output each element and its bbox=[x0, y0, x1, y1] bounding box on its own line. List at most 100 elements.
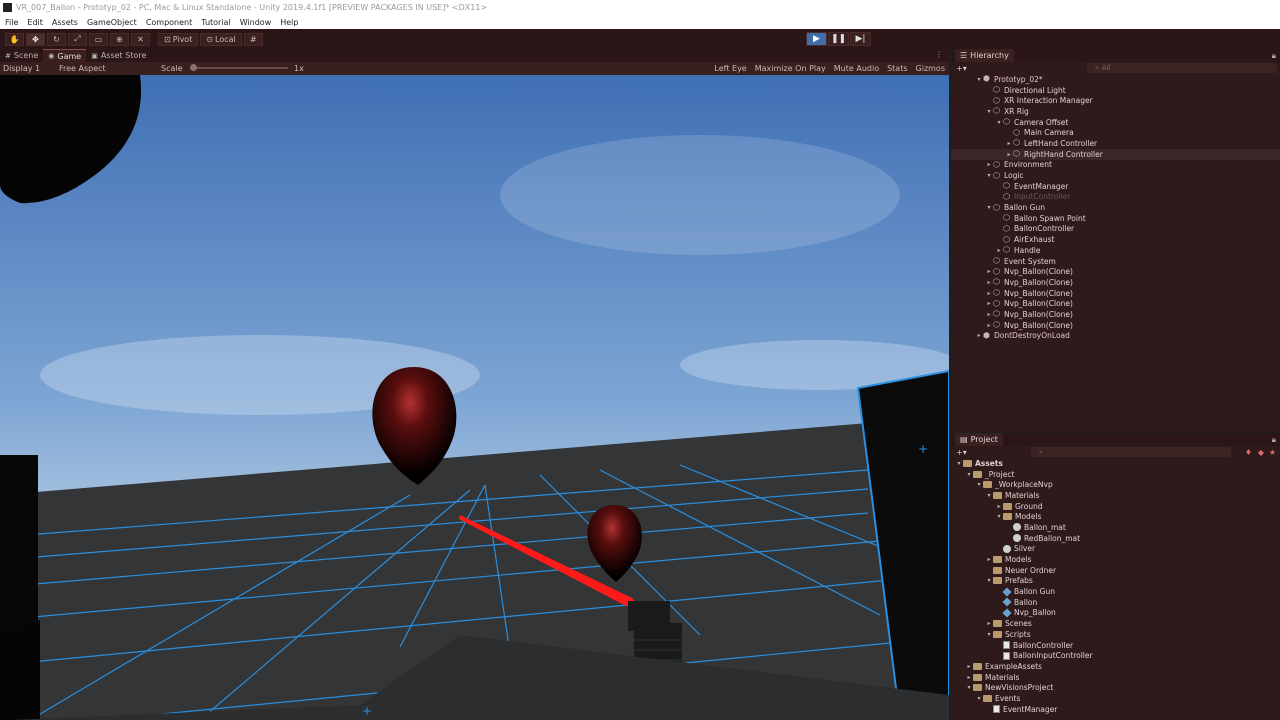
project-item[interactable]: Ballon Gun bbox=[951, 586, 1280, 597]
foldout-arrow-icon[interactable]: ▾ bbox=[975, 481, 983, 488]
project-item[interactable]: Silver bbox=[951, 544, 1280, 555]
hierarchy-search-input[interactable]: ⌕ All bbox=[1087, 63, 1277, 73]
pause-button[interactable]: ❚❚ bbox=[828, 32, 849, 46]
foldout-arrow-icon[interactable]: ▸ bbox=[965, 674, 973, 681]
hierarchy-item[interactable]: ▾ ⬡ Ballon Gun bbox=[951, 202, 1280, 213]
hierarchy-item[interactable]: ⬡ EventManager bbox=[951, 181, 1280, 192]
foldout-arrow-icon[interactable]: ▸ bbox=[975, 332, 983, 339]
project-item[interactable]: ▾ NewVisionsProject bbox=[951, 682, 1280, 693]
project-item[interactable]: ▾ Prefabs bbox=[951, 576, 1280, 587]
scale-tool-icon[interactable]: ⤢ bbox=[68, 32, 87, 46]
create-plus-icon[interactable]: +▾ bbox=[956, 448, 967, 457]
project-tab[interactable]: ▤ Project 🔒︎ bbox=[951, 433, 1280, 446]
menu-component[interactable]: Component bbox=[146, 18, 192, 27]
foldout-arrow-icon[interactable]: ▸ bbox=[985, 311, 993, 318]
project-item[interactable]: ▸ Models bbox=[951, 554, 1280, 565]
foldout-arrow-icon[interactable]: ▸ bbox=[985, 556, 993, 563]
mute-audio-toggle[interactable]: Mute Audio bbox=[834, 64, 879, 73]
project-item[interactable]: ▸ Materials bbox=[951, 672, 1280, 683]
foldout-arrow-icon[interactable]: ▸ bbox=[985, 620, 993, 627]
foldout-arrow-icon[interactable]: ▾ bbox=[985, 577, 993, 584]
project-item[interactable]: BallonInputController bbox=[951, 650, 1280, 661]
filter-type-icon[interactable]: ♦ bbox=[1245, 448, 1252, 457]
project-item[interactable]: ▾ Assets bbox=[951, 458, 1280, 469]
foldout-arrow-icon[interactable]: ▾ bbox=[985, 204, 993, 211]
hierarchy-item[interactable]: ▸ ⬡ Handle bbox=[951, 245, 1280, 256]
tab-asset-store[interactable]: ▣ Asset Store bbox=[86, 49, 151, 62]
foldout-arrow-icon[interactable]: ▸ bbox=[965, 663, 973, 670]
foldout-arrow-icon[interactable]: ▸ bbox=[985, 300, 993, 307]
step-button[interactable]: ▶| bbox=[850, 32, 871, 46]
lock-icon[interactable]: 🔒︎ bbox=[1272, 435, 1276, 445]
hierarchy-item[interactable]: ▾ ⬢ Prototyp_02* bbox=[951, 74, 1280, 85]
hierarchy-item[interactable]: ▸ ⬡ Nvp_Ballon(Clone) bbox=[951, 298, 1280, 309]
stats-toggle[interactable]: Stats bbox=[887, 64, 907, 73]
project-item[interactable]: ▾ Materials bbox=[951, 490, 1280, 501]
foldout-arrow-icon[interactable]: ▸ bbox=[985, 279, 993, 286]
favorite-star-icon[interactable]: ★ bbox=[1269, 448, 1276, 457]
aspect-dropdown[interactable]: Free Aspect bbox=[59, 64, 141, 73]
move-tool-icon[interactable]: ✥ bbox=[26, 32, 45, 46]
hierarchy-item[interactable]: ⬡ Ballon Spawn Point bbox=[951, 213, 1280, 224]
foldout-arrow-icon[interactable]: ▸ bbox=[995, 247, 1003, 254]
project-item[interactable]: Ballon_mat bbox=[951, 522, 1280, 533]
hierarchy-item[interactable]: ⬡ BallonController bbox=[951, 224, 1280, 235]
project-item[interactable]: ▸ Scenes bbox=[951, 618, 1280, 629]
project-item[interactable]: RedBallon_mat bbox=[951, 533, 1280, 544]
hierarchy-item[interactable]: ▾ ⬡ Camera Offset bbox=[951, 117, 1280, 128]
foldout-arrow-icon[interactable]: ▾ bbox=[975, 76, 983, 83]
hierarchy-item[interactable]: ⬡ Main Camera bbox=[951, 127, 1280, 138]
hierarchy-item[interactable]: ▾ ⬡ Logic bbox=[951, 170, 1280, 181]
hierarchy-item[interactable]: ▸ ⬡ Nvp_Ballon(Clone) bbox=[951, 320, 1280, 331]
tab-game[interactable]: ◉ Game bbox=[43, 49, 87, 62]
tab-menu-icon[interactable]: ⋮ bbox=[935, 50, 943, 59]
custom-tool-icon[interactable]: ✕ bbox=[131, 32, 150, 46]
gizmos-dropdown[interactable]: Gizmos bbox=[916, 64, 945, 73]
filter-label-icon[interactable]: ◆ bbox=[1258, 448, 1264, 457]
game-viewport[interactable]: + + bbox=[0, 75, 949, 720]
hierarchy-item[interactable]: ▸ ⬡ Nvp_Ballon(Clone) bbox=[951, 266, 1280, 277]
foldout-arrow-icon[interactable]: ▾ bbox=[965, 471, 973, 478]
menu-gameobject[interactable]: GameObject bbox=[87, 18, 137, 27]
hierarchy-item[interactable]: ⬡ InputController bbox=[951, 192, 1280, 203]
project-item[interactable]: EventManager bbox=[951, 704, 1280, 715]
scale-slider[interactable] bbox=[190, 67, 288, 69]
foldout-arrow-icon[interactable]: ▾ bbox=[995, 513, 1003, 520]
tab-scene[interactable]: # Scene bbox=[0, 49, 43, 62]
foldout-arrow-icon[interactable]: ▾ bbox=[985, 108, 993, 115]
rect-tool-icon[interactable]: ▭ bbox=[89, 32, 108, 46]
project-item[interactable]: Nvp_Ballon bbox=[951, 608, 1280, 619]
hierarchy-item[interactable]: ⬡ AirExhaust bbox=[951, 234, 1280, 245]
menu-edit[interactable]: Edit bbox=[27, 18, 43, 27]
hierarchy-item[interactable]: ▸ ⬢ DontDestroyOnLoad bbox=[951, 331, 1280, 342]
hierarchy-item[interactable]: ⬡ Directional Light bbox=[951, 85, 1280, 96]
foldout-arrow-icon[interactable]: ▾ bbox=[975, 695, 983, 702]
menu-window[interactable]: Window bbox=[240, 18, 272, 27]
maximize-on-play-toggle[interactable]: Maximize On Play bbox=[755, 64, 826, 73]
foldout-arrow-icon[interactable]: ▾ bbox=[985, 172, 993, 179]
foldout-arrow-icon[interactable]: ▸ bbox=[985, 290, 993, 297]
project-item[interactable]: ▾ Scripts bbox=[951, 629, 1280, 640]
hierarchy-item[interactable]: ▸ ⬡ Nvp_Ballon(Clone) bbox=[951, 288, 1280, 299]
hand-tool-icon[interactable]: ✋ bbox=[5, 32, 24, 46]
hierarchy-item[interactable]: ▸ ⬡ Environment bbox=[951, 160, 1280, 171]
foldout-arrow-icon[interactable]: ▾ bbox=[995, 119, 1003, 126]
play-button[interactable]: ▶ bbox=[806, 32, 827, 46]
project-item[interactable]: ▸ Ground bbox=[951, 501, 1280, 512]
project-item[interactable]: ▾ Models bbox=[951, 511, 1280, 522]
foldout-arrow-icon[interactable]: ▸ bbox=[985, 268, 993, 275]
hierarchy-item[interactable]: ▸ ⬡ RightHand Controller bbox=[951, 148, 1280, 160]
hierarchy-item[interactable]: ▸ ⬡ LeftHand Controller bbox=[951, 138, 1280, 149]
pivot-toggle-button[interactable]: ⊡ Pivot bbox=[158, 32, 199, 46]
foldout-arrow-icon[interactable]: ▾ bbox=[965, 684, 973, 691]
menu-help[interactable]: Help bbox=[280, 18, 298, 27]
menu-file[interactable]: File bbox=[5, 18, 18, 27]
foldout-arrow-icon[interactable]: ▸ bbox=[985, 161, 993, 168]
transform-tool-icon[interactable]: ⊕ bbox=[110, 32, 129, 46]
foldout-arrow-icon[interactable]: ▸ bbox=[985, 322, 993, 329]
hierarchy-item[interactable]: ⬡ XR Interaction Manager bbox=[951, 95, 1280, 106]
hierarchy-item[interactable]: ⬡ Event System bbox=[951, 256, 1280, 267]
hierarchy-tab[interactable]: ☰ Hierarchy 🔒︎ bbox=[951, 49, 1280, 62]
project-item[interactable]: BallonController bbox=[951, 640, 1280, 651]
foldout-arrow-icon[interactable]: ▸ bbox=[995, 503, 1003, 510]
